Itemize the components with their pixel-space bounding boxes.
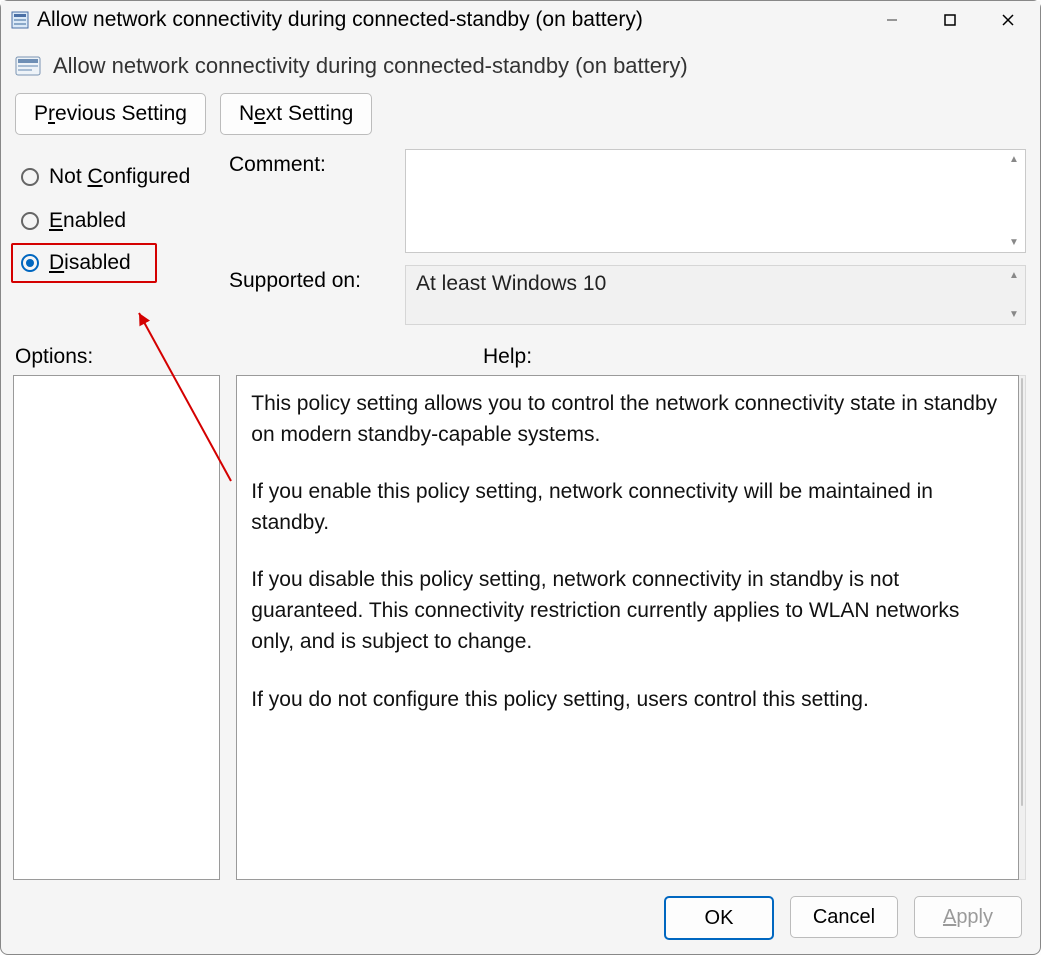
radio-icon [21, 212, 39, 230]
state-radio-group: Not Configured Enabled Disabled [15, 149, 229, 325]
panes-row: This policy setting allows you to contro… [1, 375, 1040, 880]
supported-on-field: At least Windows 10 ▲ ▼ [405, 265, 1026, 325]
next-setting-button[interactable]: Next Setting [220, 93, 372, 135]
scrollbar-thumb[interactable] [1021, 378, 1023, 806]
previous-setting-button[interactable]: Previous Setting [15, 93, 206, 135]
comment-label: Comment: [229, 149, 397, 177]
help-paragraph: If you disable this policy setting, netw… [251, 564, 1004, 657]
titlebar: Allow network connectivity during connec… [1, 1, 1040, 39]
dialog-footer: OK Cancel Apply [1, 880, 1040, 954]
comment-textarea[interactable]: ▲ ▼ [405, 149, 1026, 253]
help-wrap: This policy setting allows you to contro… [236, 375, 1026, 880]
config-area: Not Configured Enabled Disabled Comment:… [1, 149, 1040, 325]
arrow-down-icon: ▼ [1009, 237, 1019, 248]
help-label: Help: [483, 345, 1026, 369]
policy-icon [15, 54, 41, 78]
maximize-button[interactable] [936, 6, 964, 34]
help-paragraph: If you enable this policy setting, netwo… [251, 476, 1004, 538]
help-paragraph: If you do not configure this policy sett… [251, 684, 1004, 715]
help-pane: This policy setting allows you to contro… [236, 375, 1019, 880]
minimize-button[interactable] [878, 6, 906, 34]
policy-title: Allow network connectivity during connec… [53, 53, 688, 79]
radio-icon [21, 168, 39, 186]
fields-column: Comment: ▲ ▼ Supported on: At least Wind… [229, 149, 1026, 325]
arrow-up-icon: ▲ [1009, 154, 1019, 165]
options-label: Options: [15, 345, 463, 369]
options-pane [13, 375, 220, 880]
ok-button[interactable]: OK [664, 896, 774, 940]
close-button[interactable] [994, 6, 1022, 34]
supported-on-value: At least Windows 10 [416, 272, 606, 295]
help-paragraph: This policy setting allows you to contro… [251, 388, 1004, 450]
nav-row: Previous Setting Next Setting [1, 89, 1040, 149]
supported-scroll-arrows[interactable]: ▲ ▼ [1007, 270, 1021, 320]
window-title: Allow network connectivity during connec… [37, 8, 878, 32]
radio-not-configured[interactable]: Not Configured [15, 155, 229, 199]
cancel-button[interactable]: Cancel [790, 896, 898, 938]
arrow-down-icon: ▼ [1009, 309, 1019, 320]
policy-header: Allow network connectivity during connec… [1, 39, 1040, 89]
comment-scroll-arrows[interactable]: ▲ ▼ [1007, 154, 1021, 248]
window-controls [878, 6, 1034, 34]
app-icon [11, 11, 29, 29]
pane-labels: Options: Help: [1, 325, 1040, 375]
radio-enabled[interactable]: Enabled [15, 199, 229, 243]
apply-button[interactable]: Apply [914, 896, 1022, 938]
arrow-up-icon: ▲ [1009, 270, 1019, 281]
annotation-highlight: Disabled [11, 243, 157, 283]
radio-label: Disabled [49, 251, 131, 275]
help-scrollbar[interactable] [1019, 375, 1026, 880]
supported-on-label: Supported on: [229, 265, 397, 293]
radio-disabled[interactable]: Disabled [15, 247, 153, 279]
radio-icon [21, 254, 39, 272]
policy-dialog-window: Allow network connectivity during connec… [0, 0, 1041, 955]
radio-label: Not Configured [49, 165, 190, 189]
radio-label: Enabled [49, 209, 126, 233]
